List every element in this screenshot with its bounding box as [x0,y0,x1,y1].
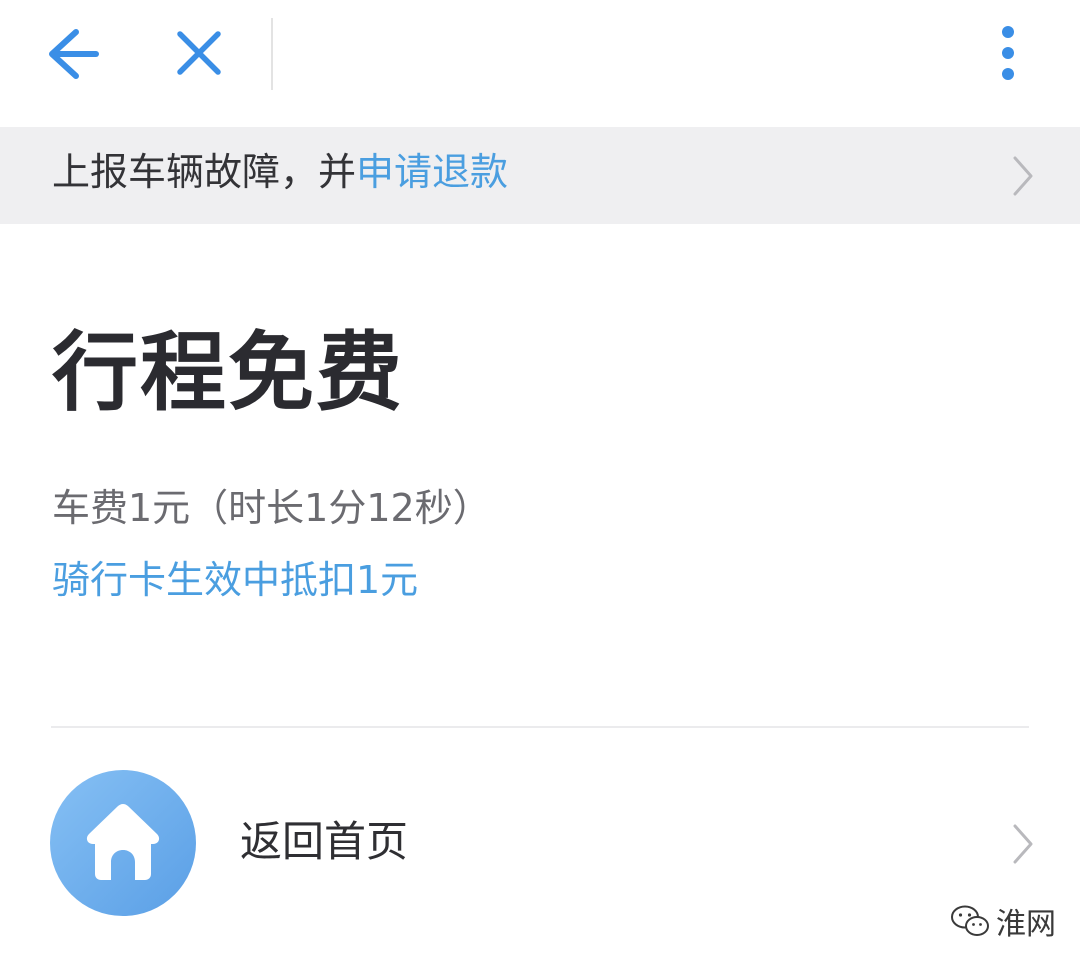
home-avatar [50,770,196,916]
home-icon [86,804,160,880]
fare-duration-text: 车费1元（时长1分12秒） [52,486,491,530]
more-options-button[interactable] [988,20,1028,90]
return-home-label: 返回首页 [240,817,409,866]
banner-text: 上报车辆故障，并申请退款 [52,127,508,224]
section-divider [51,726,1029,728]
ride-summary-page: 上报车辆故障，并申请退款 行程免费 车费1元（时长1分12秒） 骑行卡生效中抵扣… [0,0,1080,969]
banner-text-prefix: 上报车辆故障，并 [52,150,357,194]
return-home-row[interactable]: 返回首页 [0,760,1080,930]
watermark-text: 淮网 [996,907,1056,942]
trip-status-title: 行程免费 [52,323,404,423]
close-icon [177,31,221,75]
back-button[interactable] [40,24,106,84]
arrow-left-icon [49,29,99,79]
nav-divider [271,18,273,90]
more-vertical-icon [1002,26,1014,80]
close-button[interactable] [168,24,230,84]
wechat-icon [951,905,989,936]
top-nav-bar [0,0,1080,127]
watermark: 淮网 [950,898,1056,944]
ride-card-deduction-text: 骑行卡生效中抵扣1元 [52,558,419,602]
chevron-right-icon [1013,156,1033,196]
refund-link[interactable]: 申请退款 [356,150,508,194]
report-fault-banner[interactable]: 上报车辆故障，并申请退款 [0,127,1080,224]
chevron-right-icon [1013,824,1033,864]
